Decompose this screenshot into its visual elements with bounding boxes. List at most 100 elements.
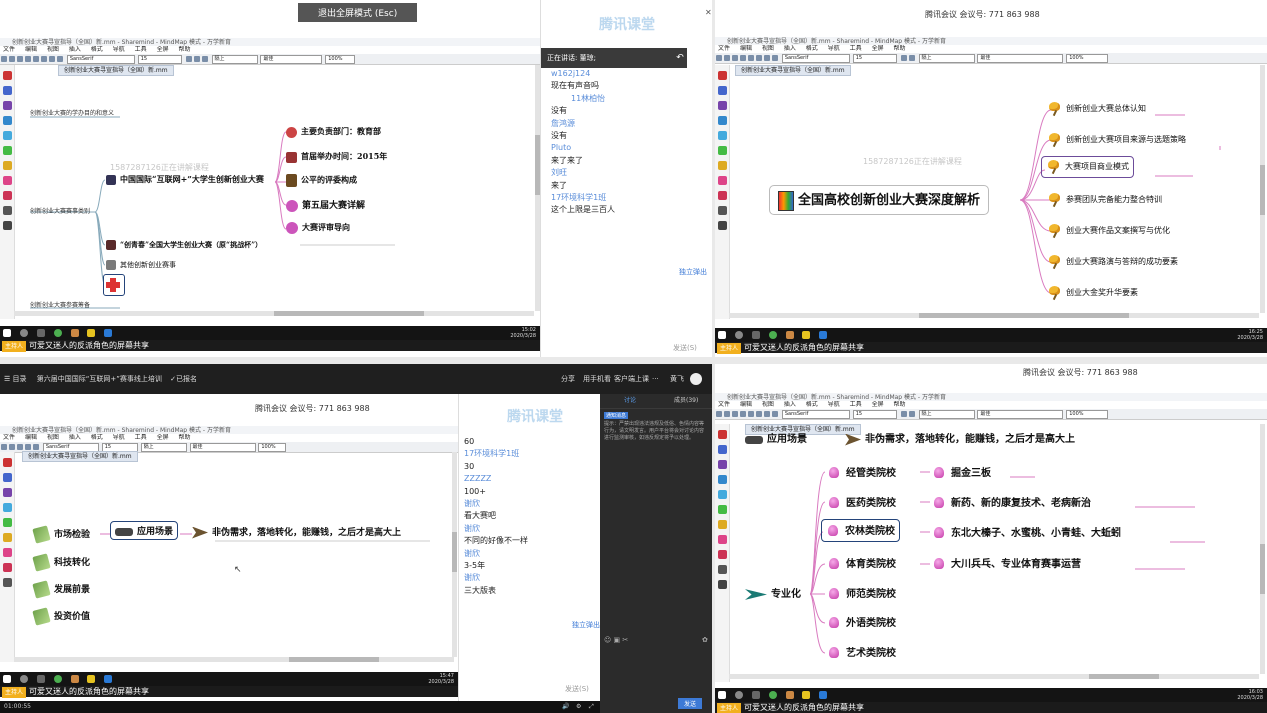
popout-link[interactable]: 独立弹出 bbox=[679, 267, 707, 277]
mindmap-node[interactable]: 新药、新的康复技术、老病新治 bbox=[932, 494, 1091, 511]
search-icon[interactable] bbox=[19, 675, 28, 683]
emoji-icon[interactable]: ☺ ▣ ✂ bbox=[604, 636, 628, 644]
mindmap-node[interactable]: 东北大榛子、水蜜桃、小青蛙、大蚯蚓 bbox=[932, 524, 1121, 541]
mindmap-node[interactable]: 师范类院校 bbox=[827, 585, 896, 602]
mindmap-node-internet-plus[interactable]: 中国国际“互联网+”大学生创新创业大赛 bbox=[106, 174, 264, 185]
more-button[interactable]: ··· bbox=[652, 364, 659, 394]
mindmap-node[interactable]: “创青春”全国大学生创业大赛（原“挑战杯”） bbox=[106, 240, 262, 250]
meeting-app-icon[interactable] bbox=[104, 675, 113, 683]
mindmap-node[interactable]: 公平的评委构成 bbox=[286, 174, 357, 187]
tab-members[interactable]: 成员(39) bbox=[674, 394, 698, 408]
windows-start-icon[interactable] bbox=[3, 329, 11, 337]
back-icon[interactable]: ↶ bbox=[673, 48, 687, 68]
mindmap-node[interactable]: 创新创业大赛赛事类别 bbox=[30, 206, 90, 215]
app-icon[interactable] bbox=[785, 691, 794, 699]
send-button[interactable]: 发送 bbox=[678, 698, 703, 709]
folder-icon[interactable] bbox=[802, 691, 811, 699]
close-icon[interactable]: ✕ bbox=[705, 8, 712, 17]
settings-icon[interactable]: ⚙ bbox=[576, 701, 581, 713]
mindmap-node-selected[interactable] bbox=[103, 274, 125, 296]
windows-start-icon[interactable] bbox=[718, 331, 726, 339]
mindmap-node[interactable]: 非伪需求，落地转化，能赚钱，之后才是高大上 bbox=[192, 525, 401, 539]
mindmap-node[interactable]: 第五届大赛详解 bbox=[286, 198, 365, 212]
search-icon[interactable] bbox=[734, 331, 743, 339]
mindmap-root-node[interactable]: 全国高校创新创业大赛深度解析 bbox=[769, 185, 990, 215]
chat-messages: 60 17环境科学1班 30 ZZZZZ 100+ 谢欣 看大赛吧 谢欣 不同的… bbox=[464, 436, 528, 597]
mindmap-node[interactable]: 创新创业大赛项目来源与选题策略 bbox=[1047, 132, 1186, 148]
mindmap-node[interactable]: 其他创新创业赛事 bbox=[106, 260, 176, 270]
course-header-bar: ☰ 目录 第六届中国国际“互联网+”赛事线上培训 ✓已报名 分享 用手机看 客户… bbox=[0, 364, 712, 394]
folder-icon[interactable] bbox=[87, 329, 96, 337]
mindmap-node[interactable]: 经管类院校 bbox=[827, 464, 896, 481]
send-button[interactable]: 发送(S) bbox=[673, 343, 697, 353]
windows-start-icon[interactable] bbox=[3, 675, 11, 683]
mindmap-node[interactable]: 创新创业大赛的学办目的和意义 bbox=[30, 108, 114, 117]
mindmap-node[interactable]: 创业大金奖升华要素 bbox=[1047, 285, 1138, 301]
mindmap-node[interactable]: 艺术类院校 bbox=[827, 644, 896, 661]
search-icon[interactable] bbox=[734, 691, 743, 699]
task-view-icon[interactable] bbox=[36, 329, 45, 337]
avatar[interactable] bbox=[690, 373, 702, 385]
fullscreen-icon[interactable]: ⤢ bbox=[589, 701, 594, 713]
app-icon[interactable] bbox=[53, 675, 62, 683]
app-icon[interactable] bbox=[70, 329, 79, 337]
chat-message: 看大赛吧 bbox=[464, 511, 496, 521]
horizontal-scrollbar[interactable] bbox=[14, 657, 454, 662]
mindmap-node-selected[interactable]: 应用场景 bbox=[110, 521, 179, 540]
task-view-icon[interactable] bbox=[751, 691, 760, 699]
vertical-scrollbar[interactable] bbox=[452, 452, 457, 657]
toc-icon[interactable]: ☰ bbox=[4, 375, 10, 383]
mindmap-root-node[interactable]: 专业化 bbox=[745, 585, 801, 604]
mindmap-node[interactable]: 创业大赛路演与答辩的成功要素 bbox=[1047, 254, 1178, 270]
folder-icon[interactable] bbox=[802, 331, 811, 339]
popout-link[interactable]: 独立弹出 bbox=[572, 620, 600, 630]
volume-icon[interactable]: 🔊 bbox=[562, 701, 569, 713]
app-icon[interactable] bbox=[70, 675, 79, 683]
horizontal-scrollbar[interactable] bbox=[729, 313, 1259, 318]
folder-icon[interactable] bbox=[87, 675, 96, 683]
meeting-app-icon[interactable] bbox=[819, 331, 828, 339]
screen-share-label: 可爱又迷人的反派角色的屏幕共享 bbox=[29, 341, 150, 350]
app-icon[interactable] bbox=[768, 331, 777, 339]
task-view-icon[interactable] bbox=[36, 675, 45, 683]
app-icon[interactable] bbox=[785, 331, 794, 339]
toc-button[interactable]: 目录 bbox=[13, 375, 27, 383]
mindmap-node[interactable]: 发展前景 bbox=[32, 580, 90, 599]
mindmap-node[interactable]: 外语类院校 bbox=[827, 614, 896, 631]
client-class-button[interactable]: 客户端上课 bbox=[614, 364, 649, 394]
user-name[interactable]: 黄飞 bbox=[670, 364, 684, 394]
mindmap-node[interactable]: 大川兵乓、专业体育赛事运营 bbox=[932, 555, 1081, 572]
vertical-scrollbar[interactable] bbox=[1260, 424, 1265, 674]
task-view-icon[interactable] bbox=[751, 331, 760, 339]
meeting-app-icon[interactable] bbox=[819, 691, 828, 699]
mindmap-node[interactable]: 市场检验 bbox=[32, 525, 90, 544]
mindmap-node[interactable]: 科技转化 bbox=[32, 553, 90, 572]
share-button[interactable]: 分享 bbox=[561, 364, 575, 394]
flower-icon[interactable]: ✿ bbox=[702, 636, 708, 644]
mindmap-node[interactable]: 创新创业大赛参赛筹备 bbox=[30, 300, 90, 309]
mindmap-node[interactable]: 医药类院校 bbox=[827, 494, 896, 511]
mindmap-node[interactable]: 大赛评审导向 bbox=[286, 222, 350, 234]
mindmap-node-selected[interactable]: 大赛项目商业模式 bbox=[1041, 156, 1134, 178]
mindmap-node[interactable]: 创新创业大赛总体认知 bbox=[1047, 101, 1146, 117]
mindmap-node[interactable]: 主要负责部门：教育部 bbox=[286, 126, 381, 138]
windows-start-icon[interactable] bbox=[718, 691, 726, 699]
mindmap-node[interactable]: 首届举办时间：2015年 bbox=[286, 151, 387, 163]
mindmap-node[interactable]: 投资价值 bbox=[32, 607, 90, 626]
mindmap-node-selected[interactable]: 农林类院校 bbox=[821, 519, 900, 542]
phone-watch-button[interactable]: 用手机看 bbox=[583, 364, 611, 394]
mindmap-node[interactable]: 创业大赛作品文案撰写与优化 bbox=[1047, 223, 1170, 239]
mindmap-node[interactable]: 参赛团队完备能力整合特训 bbox=[1047, 192, 1162, 208]
tab-discussion[interactable]: 讨论 bbox=[624, 394, 636, 408]
search-icon[interactable] bbox=[19, 329, 28, 337]
meeting-app-icon[interactable] bbox=[104, 329, 113, 337]
horizontal-scrollbar[interactable] bbox=[729, 674, 1259, 679]
send-button[interactable]: 发送(S) bbox=[565, 684, 589, 694]
app-icon[interactable] bbox=[53, 329, 62, 337]
mindmap-node[interactable]: 掘金三板 bbox=[932, 464, 991, 481]
mindmap-node[interactable]: 体育类院校 bbox=[827, 555, 896, 572]
vertical-scrollbar[interactable] bbox=[1260, 65, 1265, 313]
exit-fullscreen-button[interactable]: 退出全屏模式 (Esc) bbox=[298, 3, 418, 22]
app-icon[interactable] bbox=[768, 691, 777, 699]
horizontal-scrollbar[interactable] bbox=[14, 311, 534, 316]
